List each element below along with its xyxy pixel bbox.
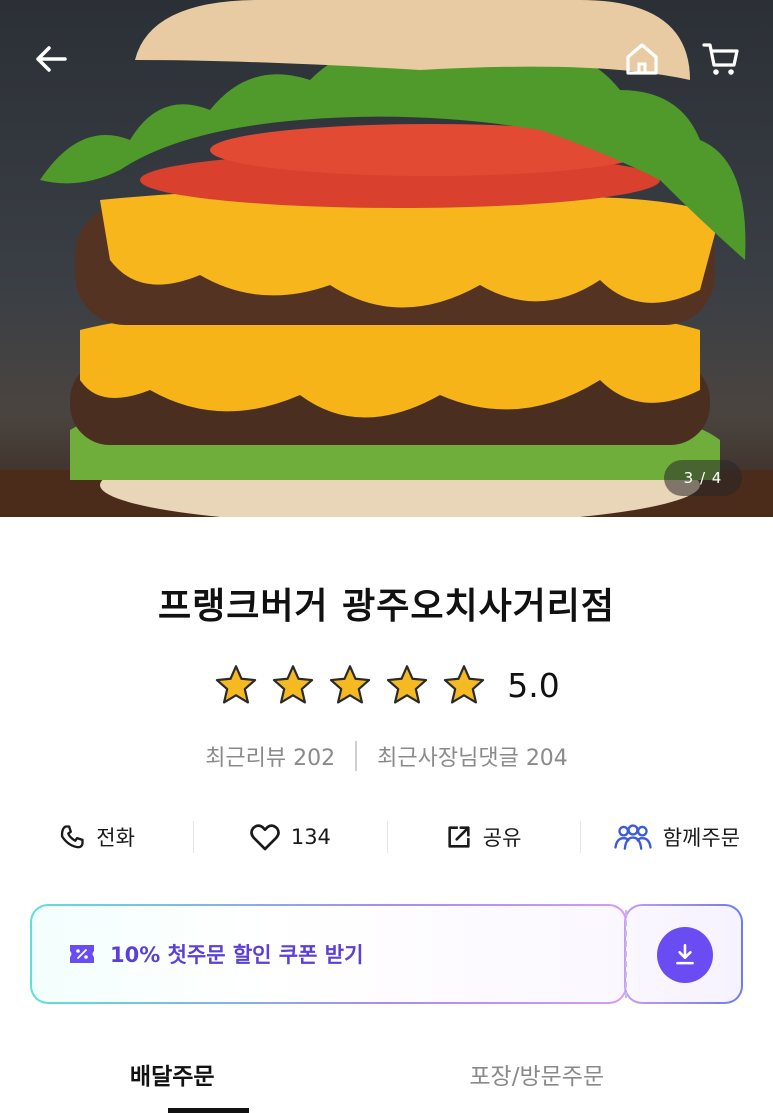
cart-button[interactable] (698, 36, 744, 82)
store-actions: 전화 134 공유 함께주문 (0, 815, 773, 859)
cart-icon (702, 43, 739, 75)
divider (355, 741, 358, 771)
recent-reviews-link[interactable]: 최근리뷰 202 (205, 740, 335, 772)
favorite-button[interactable]: 134 (193, 815, 386, 859)
back-button[interactable] (28, 36, 74, 82)
store-name: 프랭크버거 광주오치사거리점 (157, 586, 616, 627)
coupon-banner[interactable]: 10% 첫주문 할인 쿠폰 받기 (30, 904, 743, 1004)
share-button[interactable]: 공유 (386, 815, 580, 859)
arrow-left-icon (36, 46, 67, 72)
favorite-count: 134 (290, 825, 331, 849)
rating-value: 5.0 (507, 665, 560, 705)
review-summary: 최근리뷰 202 최근사장님댓글 204 (0, 740, 773, 772)
call-label: 전화 (96, 826, 135, 850)
owner-replies-link[interactable]: 최근사장님댓글 204 (377, 740, 568, 772)
coupon-label-row: 10% 첫주문 할인 쿠폰 받기 (68, 904, 363, 1004)
phone-icon (61, 825, 84, 849)
home-icon (626, 43, 658, 75)
coupon-label: 10% 첫주문 할인 쿠폰 받기 (110, 943, 364, 967)
share-icon (448, 826, 470, 848)
star-icon (273, 665, 314, 704)
coupon-divider (625, 910, 627, 998)
coupon-download-button[interactable] (657, 927, 713, 983)
group-order-button[interactable]: 함께주문 (579, 815, 773, 859)
image-page-counter: 3 / 4 (664, 460, 742, 496)
star-icon (444, 665, 485, 704)
tab-pickup[interactable]: 포장/방문주문 (387, 1050, 773, 1113)
star-icon (330, 665, 371, 704)
star-icon (216, 665, 257, 704)
tab-pickup-label: 포장/방문주문 (469, 1064, 605, 1090)
group-order-label: 함께주문 (662, 826, 741, 850)
heart-icon (249, 824, 280, 851)
rating-row: 5.0 (0, 663, 773, 707)
coupon-icon (70, 945, 94, 963)
home-button[interactable] (619, 36, 665, 82)
hero-image-carousel[interactable]: 3 / 4 (0, 0, 773, 517)
order-type-tabs: 배달주문 포장/방문주문 (0, 1050, 773, 1113)
download-icon (676, 943, 694, 965)
group-icon (614, 824, 652, 850)
call-button[interactable]: 전화 (0, 815, 193, 859)
star-icon (387, 665, 428, 704)
tab-delivery[interactable]: 배달주문 (0, 1050, 387, 1113)
active-tab-indicator (168, 1108, 249, 1113)
share-label: 공유 (482, 826, 522, 850)
tab-delivery-label: 배달주문 (129, 1064, 215, 1090)
